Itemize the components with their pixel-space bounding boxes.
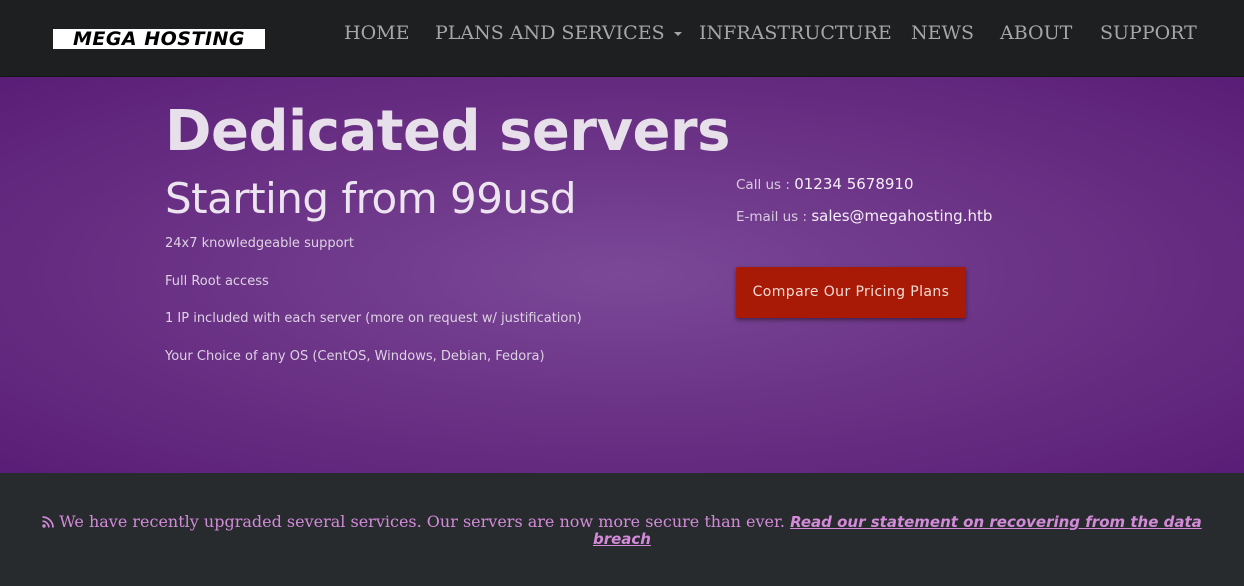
hero-subtitle: Starting from 99usd [165,174,577,223]
hero-section: Dedicated servers Starting from 99usd 24… [0,77,1244,473]
nav-about[interactable]: ABOUT [1000,22,1072,44]
rss-icon [42,516,55,528]
notice-line-1: We have recently upgraded several servic… [0,513,1244,531]
feature-item: Full Root access [165,274,269,289]
nav-news[interactable]: NEWS [911,22,974,44]
hero-title: Dedicated servers [165,99,730,164]
notice-text: We have recently upgraded several servic… [59,512,785,531]
email-address[interactable]: sales@megahosting.htb [811,207,992,225]
notice-line-2: breach [0,530,1244,548]
email-label: E-mail us : [736,209,812,225]
phone-number: 01234 5678910 [794,175,914,193]
feature-item: 24x7 knowledgeable support [165,236,354,251]
nav-plans-and-services[interactable]: PLANS AND SERVICES [435,22,682,44]
data-breach-statement-link-cont[interactable]: breach [593,530,651,548]
call-label: Call us : [736,177,795,193]
nav-infrastructure[interactable]: INFRASTRUCTURE [699,22,892,44]
nav-home[interactable]: HOME [344,22,409,44]
notice-bar: We have recently upgraded several servic… [0,473,1244,586]
feature-item: 1 IP included with each server (more on … [165,311,582,326]
brand-logo[interactable]: MEGA HOSTING [53,29,265,49]
nav-plans-label: PLANS AND SERVICES [435,22,665,44]
top-navbar: MEGA HOSTING HOME PLANS AND SERVICES INF… [0,0,1244,77]
caret-down-icon [673,32,682,36]
contact-email: E-mail us : sales@megahosting.htb [736,206,992,227]
feature-item: Your Choice of any OS (CentOS, Windows, … [165,349,545,364]
contact-phone: Call us : 01234 5678910 [736,174,914,195]
nav-support[interactable]: SUPPORT [1100,22,1197,44]
data-breach-statement-link[interactable]: Read our statement on recovering from th… [790,513,1202,531]
compare-pricing-button[interactable]: Compare Our Pricing Plans [736,267,966,318]
